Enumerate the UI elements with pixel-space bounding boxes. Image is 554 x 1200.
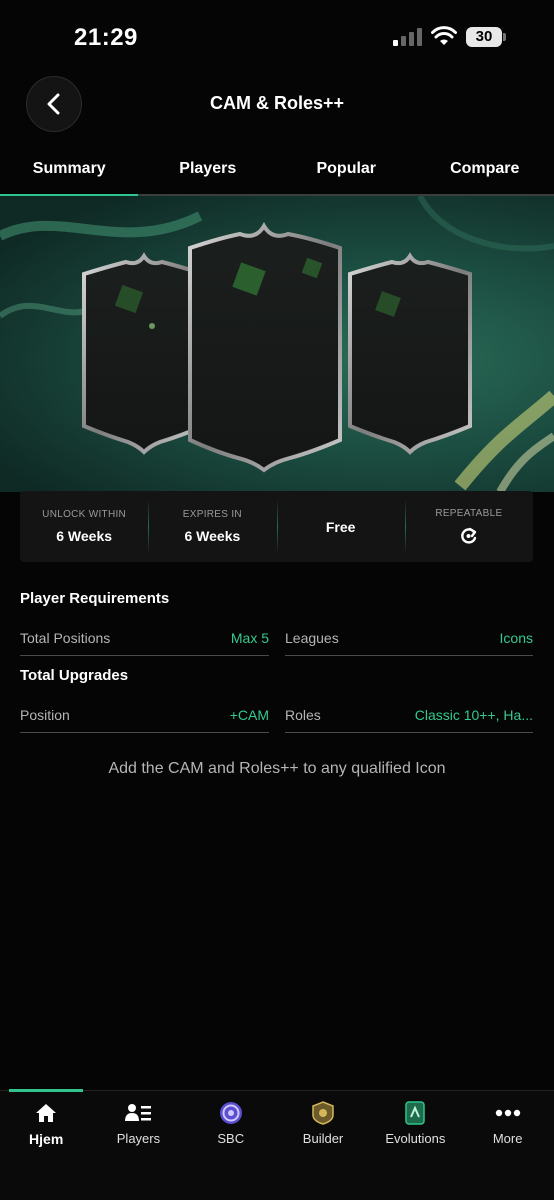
- tab-players[interactable]: Players: [139, 150, 278, 196]
- hero-artwork: [0, 196, 554, 492]
- nav-label: Evolutions: [385, 1131, 446, 1146]
- cost-cell: Free: [276, 491, 405, 562]
- repeatable-label: REPEATABLE: [435, 508, 503, 519]
- requirement-value: Max 5: [230, 630, 269, 646]
- nav-label: Hjem: [29, 1131, 64, 1147]
- nav-label: SBC: [217, 1131, 245, 1146]
- nav-item-sbc[interactable]: SBC: [185, 1101, 277, 1147]
- cellular-signal-icon: [393, 28, 422, 46]
- nav-item-evolutions[interactable]: Evolutions: [369, 1101, 461, 1147]
- expires-in-value: 6 Weeks: [184, 528, 241, 544]
- hero-banner: [0, 196, 554, 492]
- tab-compare[interactable]: Compare: [416, 150, 554, 196]
- nav-item-home[interactable]: Hjem: [0, 1101, 92, 1147]
- player-card-right: [348, 252, 472, 455]
- expires-in-cell: EXPIRES IN 6 Weeks: [148, 491, 276, 562]
- player-card-center: [188, 221, 342, 473]
- page-title: CAM & Roles++: [209, 93, 345, 113]
- battery-icon: 30: [466, 27, 506, 47]
- upgrade-value: +CAM: [229, 707, 269, 723]
- nav-active-indicator: [9, 1089, 83, 1092]
- nav-item-builder[interactable]: Builder: [277, 1101, 369, 1147]
- evolution-info-strip: UNLOCK WITHIN 6 Weeks EXPIRES IN 6 Weeks…: [20, 491, 533, 562]
- requirement-row-total-positions: Total Positions Max 5: [20, 626, 269, 656]
- bottom-navigation: Hjem Players SBC Builder Evolutions More: [0, 1089, 554, 1200]
- upgrade-row-roles[interactable]: Roles Classic 10++, Ha...: [285, 703, 533, 733]
- upgrade-row-position: Position +CAM: [20, 703, 269, 733]
- nav-item-more[interactable]: More: [461, 1101, 553, 1147]
- requirement-label: Total Positions: [20, 630, 111, 646]
- unlock-within-label: UNLOCK WITHIN: [42, 509, 127, 520]
- wifi-icon: [431, 26, 457, 45]
- home-icon: [36, 1104, 57, 1122]
- evolution-description: Add the CAM and Roles++ to any qualified…: [108, 760, 446, 777]
- tab-summary[interactable]: Summary: [0, 150, 139, 196]
- nav-item-players[interactable]: Players: [92, 1101, 184, 1147]
- upgrade-label: Position: [20, 707, 70, 723]
- status-bar: 21:29 30: [0, 0, 554, 76]
- evolutions-icon: [405, 1101, 426, 1125]
- unlock-within-value: 6 Weeks: [56, 528, 113, 544]
- cost-value: Free: [325, 518, 356, 535]
- battery-level: 30: [466, 27, 502, 47]
- sbc-icon: [219, 1102, 242, 1124]
- more-icon: [495, 1109, 520, 1117]
- total-upgrades-title: Total Upgrades: [20, 667, 129, 684]
- nav-label: Players: [116, 1131, 161, 1146]
- tab-bar: Summary Players Popular Compare: [0, 150, 554, 196]
- nav-label: Builder: [302, 1131, 344, 1146]
- requirement-row-leagues: Leagues Icons: [285, 626, 533, 656]
- repeat-icon: [461, 527, 477, 544]
- upgrade-value: Classic 10++, Ha...: [414, 707, 533, 723]
- player-card-left: [82, 252, 206, 455]
- builder-icon: [312, 1101, 334, 1125]
- repeatable-cell: REPEATABLE: [404, 491, 533, 562]
- nav-label: More: [492, 1131, 523, 1146]
- requirement-value: Icons: [499, 630, 533, 646]
- player-requirements-title: Player Requirements: [20, 590, 170, 607]
- status-time: 21:29: [74, 24, 138, 51]
- players-icon: [125, 1104, 152, 1121]
- tab-popular[interactable]: Popular: [277, 150, 416, 196]
- expires-in-label: EXPIRES IN: [182, 509, 242, 520]
- unlock-within-cell: UNLOCK WITHIN 6 Weeks: [20, 491, 148, 562]
- upgrade-label: Roles: [285, 707, 321, 723]
- requirement-label: Leagues: [285, 630, 339, 646]
